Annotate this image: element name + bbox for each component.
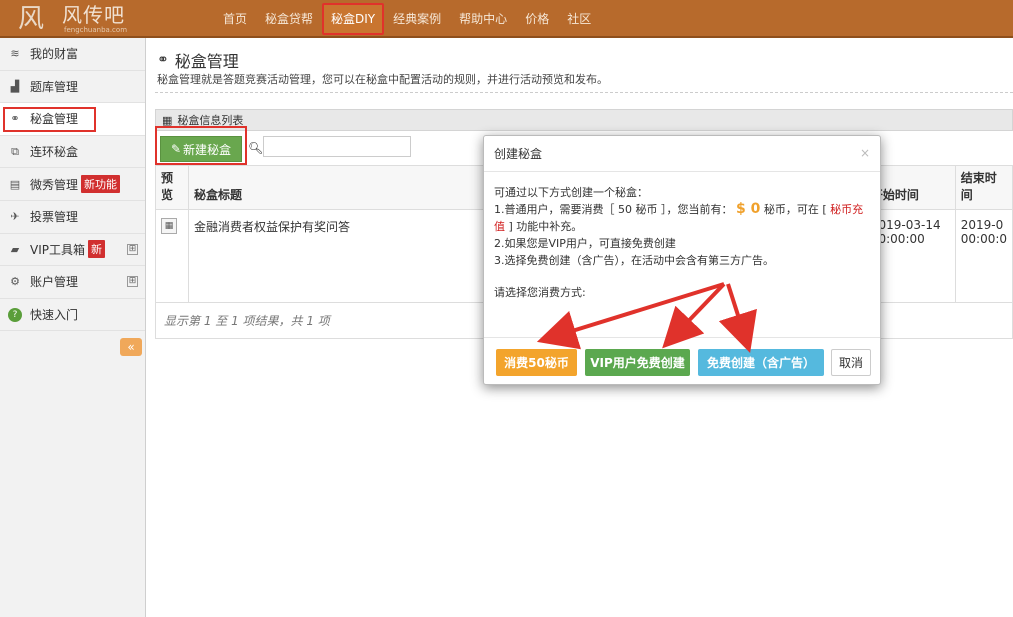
sidebar-item-label: 账户管理 [30,275,79,290]
preview-cell: ▦ [155,209,189,303]
nav-community[interactable]: 社区 [558,0,600,38]
sidebar-item-label: 投票管理 [30,210,79,225]
nav-cases[interactable]: 经典案例 [384,0,450,38]
close-icon[interactable]: × [860,146,870,160]
nav-price[interactable]: 价格 [516,0,558,38]
nav-box-diy[interactable]: 秘盒DIY [322,3,385,35]
main-nav: 首页 秘盒贷帮 秘盒DIY 经典案例 帮助中心 价格 社区 [214,0,600,38]
page-description: 秘盒管理就是答题竞赛活动管理，您可以在秘盒中配置活动的规则，并进行活动预览和发布… [157,73,608,86]
logo-subtext: fengchuanba.com [64,26,128,34]
panel-header: ▦ 秘盒信息列表 [155,109,1013,131]
sidebar-item-microshow[interactable]: ▤ 微秀管理 新功能 [0,168,145,201]
modal-line-1: 1.普通用户，需要消费［ 50 秘币 ］，您当前有： $ 0 秘币，可在 [ 秘… [494,201,870,235]
sidebar-item-box-manage[interactable]: ⚭ 秘盒管理 [0,103,145,136]
modal-header: 创建秘盒 [484,136,880,172]
logo-mark: 风 [18,4,45,34]
modal-footer: 消费50秘币 VIP用户免费创建 免费创建（含广告） 取消 [484,337,880,385]
balance-value: $ 0 [735,201,761,217]
nav-help-center[interactable]: 帮助中心 [450,0,516,38]
sidebar-item-wealth[interactable]: ≋ 我的财富 [0,38,145,71]
line1-text-b: 秘币，可在 [ [763,203,827,216]
vote-icon: ✈ [10,210,20,224]
line1-text-c: ] 功能中补充。 [508,220,583,233]
end-cell: 2019-0 00:00:0 [954,209,1013,303]
page-title: ⚭ 秘盒管理 [157,48,239,72]
box-icon: ⚭ [157,52,169,68]
sidebar-item-label: VIP工具箱 [30,242,85,257]
sidebar-item-label: 微秀管理 [30,177,79,192]
sidebar-item-vip-toolbox[interactable]: ▰ VIP工具箱 新 ⊞ [0,234,145,267]
bank-icon: ▟ [10,79,20,93]
free-with-ads-button[interactable]: 免费创建（含广告） [698,349,824,376]
top-navbar: 风 风传吧 fengchuanba.com 首页 秘盒贷帮 秘盒DIY 经典案例… [0,0,1013,38]
expand-icon[interactable]: ⊞ [127,276,138,288]
sidebar-item-chain-box[interactable]: ⧉ 连环秘盒 [0,136,145,169]
chain-icon: ⧉ [11,144,19,158]
pay-coins-button[interactable]: 消费50秘币 [496,349,577,376]
nav-help-loan[interactable]: 秘盒贷帮 [256,0,322,38]
divider [155,92,1013,93]
modal-intro: 可通过以下方式创建一个秘盒： [494,186,648,199]
film-icon: ▤ [9,177,21,191]
nav-home[interactable]: 首页 [214,0,256,38]
sidebar: ≋ 我的财富 ▟ 题库管理 ⚭ 秘盒管理 ⧉ 连环秘盒 ▤ 微秀管理 新功能 ✈… [0,38,146,617]
page-title-text: 秘盒管理 [174,52,239,71]
sidebar-collapse-button[interactable]: « [120,338,142,356]
search-input[interactable] [263,136,411,157]
modal-body: 可通过以下方式创建一个秘盒： 1.普通用户，需要消费［ 50 秘币 ］，您当前有… [484,172,880,301]
grid-icon: ▦ [162,113,173,127]
new-feature-badge: 新功能 [81,175,121,194]
wealth-icon: ≋ [10,47,20,61]
edit-icon: ✎ [170,142,182,156]
line1-text-a: 1.普通用户，需要消费［ 50 秘币 ］，您当前有： [494,203,733,216]
toolbox-icon: ▰ [10,242,20,256]
sidebar-item-vote[interactable]: ✈ 投票管理 [0,201,145,234]
expand-icon[interactable]: ⊞ [127,243,138,255]
modal-line-3: 3.选择免费创建（含广告），在活动中会含有第三方广告。 [494,254,774,267]
vip-free-button[interactable]: VIP用户免费创建 [585,349,690,376]
create-box-modal: 创建秘盒 × 可通过以下方式创建一个秘盒： 1.普通用户，需要消费［ 50 秘币… [483,135,881,385]
search-icon: 🔍︎ [248,141,264,155]
cancel-button[interactable]: 取消 [831,349,871,376]
sidebar-item-question-bank[interactable]: ▟ 题库管理 [0,71,145,104]
help-icon: ? [8,307,22,322]
new-badge: 新 [88,240,105,259]
sidebar-item-label: 题库管理 [30,79,79,94]
new-box-label: 新建秘盒 [183,142,232,157]
sidebar-item-label: 快速入门 [30,308,79,323]
sidebar-item-label: 我的财富 [30,47,79,62]
sidebar-item-quickstart[interactable]: ? 快速入门 [0,299,145,332]
qrcode-icon[interactable]: ▦ [161,218,177,234]
logo-text: 风传吧 [62,3,125,27]
modal-prompt: 请选择您消费方式: [494,286,586,299]
logo[interactable]: 风 风传吧 fengchuanba.com [18,3,148,35]
highlight-box [3,107,96,133]
sidebar-item-label: 连环秘盒 [30,145,79,160]
modal-line-2: 2.如果您是VIP用户，可直接免费创建 [494,237,676,250]
sidebar-item-account[interactable]: ⚙ 账户管理 ⊞ [0,266,145,299]
new-box-button[interactable]: ✎ 新建秘盒 [160,136,242,162]
gears-icon: ⚙ [10,275,20,289]
header-preview[interactable]: 预览 [155,165,189,210]
header-end[interactable]: 结束时间 [954,165,1013,210]
modal-title: 创建秘盒 [494,147,543,161]
